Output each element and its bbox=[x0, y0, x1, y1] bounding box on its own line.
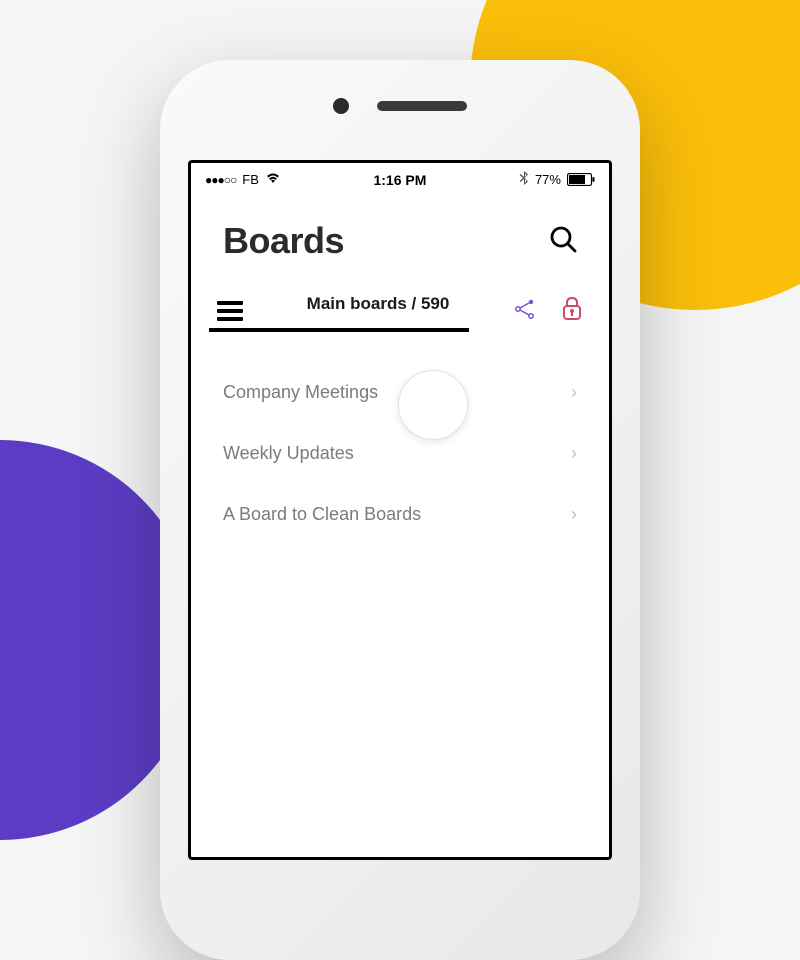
status-left: ●●●○○ FB bbox=[205, 171, 281, 188]
lock-icon bbox=[561, 296, 583, 322]
phone-speaker bbox=[377, 101, 467, 111]
hamburger-icon bbox=[217, 301, 243, 305]
boards-list: Company Meetings › Weekly Updates › A Bo… bbox=[191, 332, 609, 545]
battery-percentage: 77% bbox=[535, 172, 561, 187]
touch-indicator bbox=[398, 370, 468, 440]
phone-screen: ●●●○○ FB 1:16 PM 77% Boards bbox=[188, 160, 612, 860]
share-button[interactable] bbox=[513, 297, 537, 326]
list-item[interactable]: A Board to Clean Boards › bbox=[191, 484, 609, 545]
status-time: 1:16 PM bbox=[373, 172, 426, 188]
signal-strength-icon: ●●●○○ bbox=[205, 173, 236, 187]
chevron-right-icon: › bbox=[571, 443, 577, 464]
list-item-label: A Board to Clean Boards bbox=[223, 504, 421, 525]
list-item-label: Company Meetings bbox=[223, 382, 378, 403]
wifi-icon bbox=[265, 171, 281, 188]
page-title: Boards bbox=[223, 220, 344, 262]
phone-hardware-top bbox=[333, 98, 467, 114]
search-button[interactable] bbox=[549, 225, 577, 258]
list-item-label: Weekly Updates bbox=[223, 443, 354, 464]
tab-main-boards[interactable]: Main boards / 590 bbox=[261, 294, 495, 328]
status-bar: ●●●○○ FB 1:16 PM 77% bbox=[191, 163, 609, 192]
search-icon bbox=[549, 225, 577, 253]
menu-button[interactable] bbox=[217, 301, 243, 321]
phone-frame: ●●●○○ FB 1:16 PM 77% Boards bbox=[160, 60, 640, 960]
carrier-label: FB bbox=[242, 172, 259, 187]
page-header: Boards bbox=[191, 192, 609, 280]
phone-camera bbox=[333, 98, 349, 114]
chevron-right-icon: › bbox=[571, 382, 577, 403]
battery-icon bbox=[567, 173, 595, 186]
chevron-right-icon: › bbox=[571, 504, 577, 525]
status-right: 77% bbox=[519, 171, 595, 188]
bluetooth-icon bbox=[519, 171, 529, 188]
lock-button[interactable] bbox=[561, 296, 583, 327]
tabs-row: Main boards / 590 bbox=[191, 280, 609, 328]
share-icon bbox=[513, 297, 537, 321]
list-item[interactable]: Weekly Updates › bbox=[191, 423, 609, 484]
